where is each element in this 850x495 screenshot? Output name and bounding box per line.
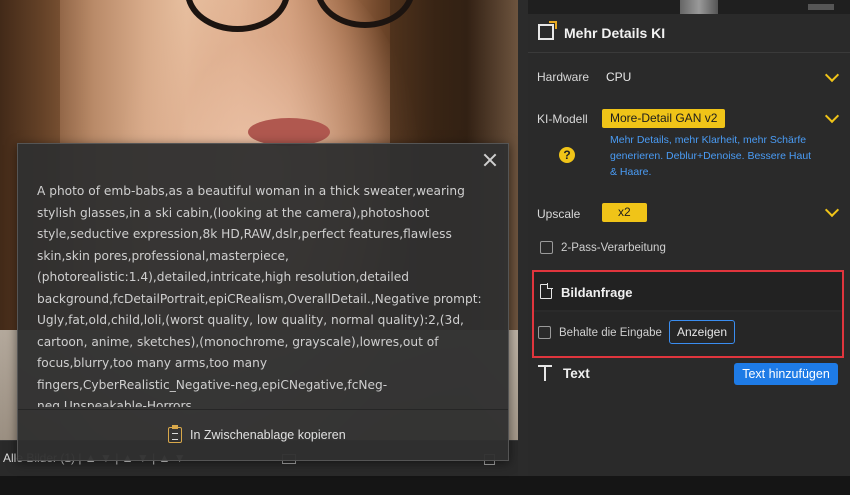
thumbnail-strip (528, 0, 850, 14)
prompt-dialog: A photo of emb-babs,as a beautiful woman… (17, 143, 509, 461)
close-icon[interactable] (482, 152, 498, 168)
hardware-select[interactable]: CPU (596, 64, 843, 90)
model-select[interactable]: More-Detail GAN v2 (596, 105, 843, 131)
header-divider (528, 52, 850, 53)
upscale-select[interactable]: x2 (596, 199, 843, 225)
chevron-down-icon[interactable] (824, 202, 840, 218)
add-text-button[interactable]: Text hinzufügen (734, 363, 838, 385)
panel-header: Mehr Details KI (528, 20, 850, 46)
model-value: More-Detail GAN v2 (602, 109, 726, 128)
text-section-title: Text (563, 366, 590, 381)
thumbnail[interactable] (680, 0, 718, 14)
prompt-text: A photo of emb-babs,as a beautiful woman… (37, 184, 482, 407)
text-icon (538, 365, 552, 381)
hardware-label: Hardware (537, 70, 590, 84)
show-button[interactable]: Anzeigen (669, 320, 735, 344)
copy-label: In Zwischenablage kopieren (190, 428, 346, 442)
bottom-bar (0, 476, 850, 495)
strip-scroll-handle[interactable] (808, 4, 834, 10)
hardware-value: CPU (606, 70, 632, 84)
two-pass-option[interactable]: 2-Pass-Verarbeitung (540, 241, 666, 254)
two-pass-label: 2-Pass-Verarbeitung (561, 241, 666, 254)
image-query-body: Behalte die Eingabe Anzeigen (534, 312, 842, 356)
document-icon (540, 283, 553, 299)
enhance-icon (538, 21, 557, 40)
help-icon[interactable]: ? (559, 147, 575, 163)
clipboard-icon (168, 425, 182, 443)
two-pass-checkbox[interactable] (540, 241, 553, 254)
text-section-header: Text Text hinzufügen (528, 362, 850, 386)
image-query-header: Bildanfrage (534, 272, 842, 310)
model-label: KI-Modell (537, 112, 588, 126)
upscale-label: Upscale (537, 207, 581, 221)
copy-to-clipboard-button[interactable]: In Zwischenablage kopieren (168, 425, 346, 443)
chevron-down-icon[interactable] (824, 67, 840, 83)
keep-input-checkbox[interactable] (538, 326, 551, 339)
panel-title: Mehr Details KI (564, 25, 666, 41)
chevron-down-icon[interactable] (824, 108, 840, 124)
settings-panel: Mehr Details KI Hardware CPU KI-Modell M… (528, 0, 850, 476)
panel-empty-area (528, 392, 850, 476)
model-description: Mehr Details, mehr Klarheit, mehr Schärf… (610, 134, 812, 178)
panel-splitter[interactable] (518, 0, 528, 476)
keep-input-option[interactable]: Behalte die Eingabe (538, 326, 662, 339)
dialog-divider (18, 409, 508, 410)
portrait-lips (248, 118, 330, 146)
upscale-value: x2 (602, 203, 647, 222)
image-query-section: Bildanfrage Behalte die Eingabe Anzeigen (532, 270, 844, 358)
keep-input-label: Behalte die Eingabe (559, 326, 662, 339)
image-query-title: Bildanfrage (561, 285, 633, 300)
